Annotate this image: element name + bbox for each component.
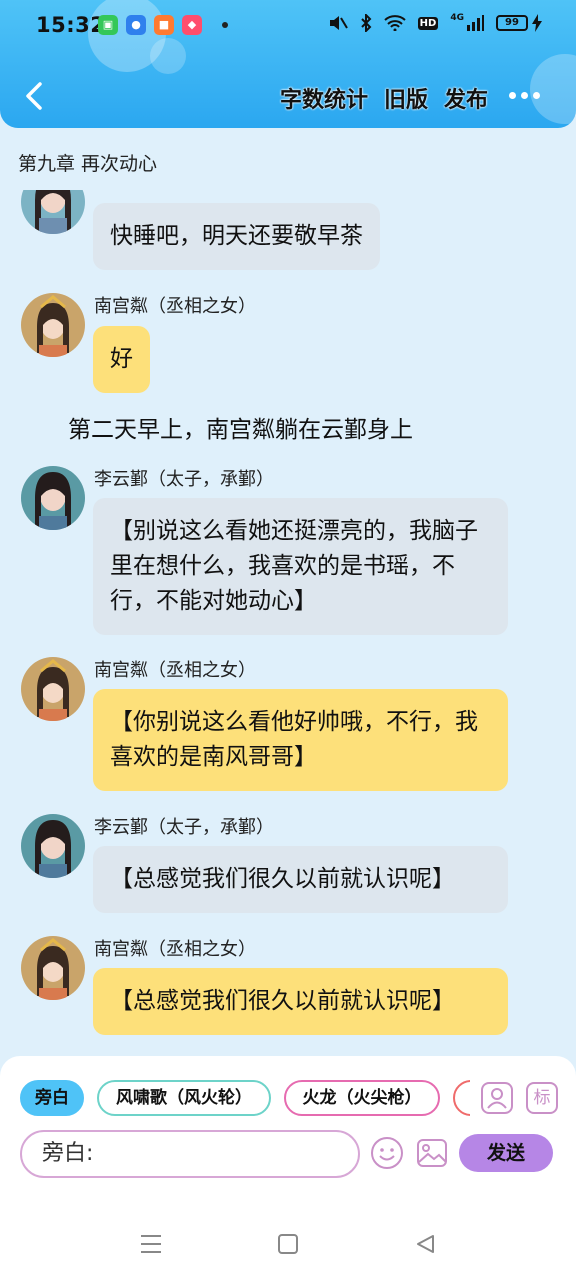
avatar-nangong[interactable] bbox=[21, 936, 85, 1000]
signal-icon bbox=[467, 15, 484, 31]
chat-area[interactable]: 快睡吧，明天还要敬早茶 南宫粼（丞相之女） 好 第二天早上，南宫粼躺在云鄞身上 … bbox=[0, 190, 576, 1056]
role-chip[interactable]: 风啸歌（风火轮） bbox=[97, 1080, 271, 1116]
tag-icon[interactable]: 标 bbox=[526, 1082, 558, 1114]
notification-icons: ▣ ● ■ ◆ bbox=[98, 15, 202, 35]
publish-button[interactable]: 发布 bbox=[444, 82, 488, 114]
app-notification-icon: ■ bbox=[154, 15, 174, 35]
battery-icon: 99 bbox=[496, 15, 528, 31]
back-arrow-icon[interactable] bbox=[18, 76, 54, 116]
send-button[interactable]: 发送 bbox=[459, 1134, 553, 1172]
bluetooth-icon bbox=[360, 14, 372, 32]
message-bubble[interactable]: 【总感觉我们很久以前就认识呢】 bbox=[93, 846, 508, 913]
app-notification-icon: ▣ bbox=[98, 15, 118, 35]
menu-icon[interactable] bbox=[140, 1234, 162, 1254]
message-bubble[interactable]: 【你别说这么看他好帅哦，不行，我喜欢的是南风哥哥】 bbox=[93, 689, 508, 791]
person-icon[interactable] bbox=[481, 1082, 513, 1114]
avatar-li-yunyin[interactable] bbox=[21, 466, 85, 530]
more-options-icon[interactable] bbox=[509, 92, 540, 99]
image-icon[interactable] bbox=[415, 1136, 449, 1170]
speaker-name: 南宫粼（丞相之女） bbox=[94, 660, 256, 681]
charging-icon bbox=[532, 14, 542, 32]
system-navigation-bar bbox=[0, 1208, 576, 1280]
system-status-icons: HD 4G 99 bbox=[326, 13, 542, 32]
app-notification-icon: ◆ bbox=[182, 15, 202, 35]
header-actions: 字数统计 旧版 发布 bbox=[280, 82, 488, 114]
nav-bar: 字数统计 旧版 发布 bbox=[0, 68, 576, 124]
message-bubble[interactable]: 【总感觉我们很久以前就认识呢】 bbox=[93, 968, 508, 1035]
emoji-icon[interactable] bbox=[370, 1136, 404, 1170]
speaker-name: 南宫粼（丞相之女） bbox=[94, 939, 256, 960]
role-chip[interactable] bbox=[453, 1080, 470, 1116]
role-chip-narration[interactable]: 旁白 bbox=[20, 1080, 84, 1116]
speaker-name: 李云鄞（太子，承鄞） bbox=[94, 469, 274, 490]
status-time: 15:32 bbox=[36, 13, 106, 37]
app-header: 15:32 ▣ ● ■ ◆ HD 4G 99 字数统计 旧版 发布 bbox=[0, 0, 576, 128]
word-count-button[interactable]: 字数统计 bbox=[280, 82, 368, 114]
role-chip[interactable]: 火龙（火尖枪） bbox=[284, 1080, 440, 1116]
home-icon[interactable] bbox=[277, 1234, 299, 1254]
message-bubble[interactable]: 【别说这么看她还挺漂亮的，我脑子里在想什么，我喜欢的是书瑶，不行，不能对她动心】 bbox=[93, 498, 508, 635]
old-version-button[interactable]: 旧版 bbox=[384, 82, 428, 114]
role-selector: 旁白 风啸歌（风火轮） 火龙（火尖枪） bbox=[20, 1080, 470, 1118]
message-bubble[interactable]: 好 bbox=[93, 326, 150, 393]
status-bar: 15:32 ▣ ● ■ ◆ HD 4G 99 bbox=[0, 0, 576, 50]
app-notification-icon: ● bbox=[126, 15, 146, 35]
more-notifications-dot bbox=[222, 22, 228, 28]
chapter-title: 第九章 再次动心 bbox=[18, 153, 158, 175]
speaker-name: 李云鄞（太子，承鄞） bbox=[94, 817, 274, 838]
avatar-nangong[interactable] bbox=[21, 657, 85, 721]
message-bubble[interactable]: 快睡吧，明天还要敬早茶 bbox=[93, 203, 380, 270]
network-type: 4G bbox=[450, 13, 464, 23]
message-input[interactable]: 旁白: bbox=[20, 1130, 360, 1178]
mute-icon bbox=[329, 16, 348, 30]
avatar-li-yunyin[interactable] bbox=[21, 814, 85, 878]
wifi-icon bbox=[384, 15, 406, 31]
avatar-nangong[interactable] bbox=[21, 293, 85, 357]
hd-icon: HD bbox=[417, 16, 439, 30]
back-icon[interactable] bbox=[414, 1234, 436, 1254]
composer-panel: 旁白 风啸歌（风火轮） 火龙（火尖枪） 标 旁白: 发送 bbox=[0, 1056, 576, 1208]
avatar-girl[interactable] bbox=[21, 190, 85, 234]
narration-text[interactable]: 第二天早上，南宫粼躺在云鄞身上 bbox=[68, 410, 413, 444]
speaker-name: 南宫粼（丞相之女） bbox=[94, 296, 256, 317]
